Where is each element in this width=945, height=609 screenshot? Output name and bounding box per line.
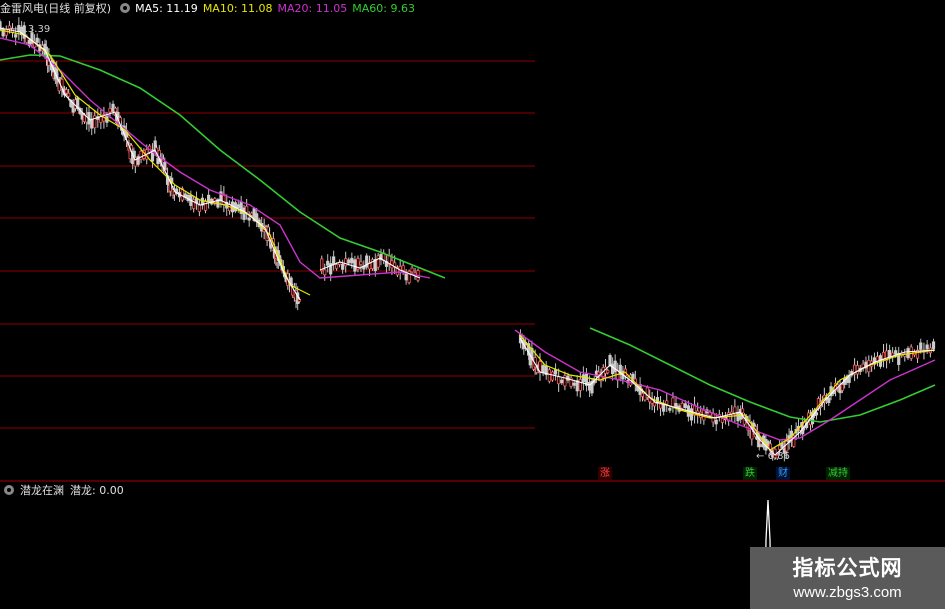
chart-header: 金雷风电(日线 前复权) MA5: 11.19 MA10: 11.08 MA20: 1…	[0, 0, 945, 18]
ma10-value: MA10: 11.08	[202, 2, 273, 15]
candle-body	[861, 363, 865, 368]
candle-body	[689, 408, 694, 421]
candle-body	[814, 412, 819, 416]
candle-body	[236, 204, 240, 209]
candle-body	[665, 400, 669, 405]
candle-body	[674, 403, 678, 408]
watermark-logo: 指标公式网 www.zbgs3.com	[750, 547, 945, 609]
candle-body	[578, 379, 582, 391]
candle-body	[652, 402, 657, 407]
high-price-value: 13.39	[21, 24, 51, 35]
candle-body	[855, 365, 860, 375]
candle-body	[919, 342, 923, 350]
candle-body	[683, 403, 687, 409]
candle-body	[658, 403, 663, 409]
candle-body	[541, 365, 545, 374]
candle-body	[840, 384, 844, 391]
indicator-header: 潜龙在渊 潜龙: 0.00	[0, 484, 130, 498]
candlestick-chart[interactable]	[0, 0, 945, 609]
candle-body	[64, 89, 68, 94]
candle-body	[250, 212, 254, 216]
candle-body	[335, 264, 339, 269]
watermark-title: 指标公式网	[792, 556, 903, 580]
watermark-url: www.zbgs3.com	[793, 584, 902, 601]
indicator-value: 潜龙: 0.00	[70, 484, 124, 497]
candle-body	[332, 256, 336, 265]
candle-body	[881, 352, 886, 360]
candle-body	[242, 207, 246, 220]
candle-body	[353, 259, 357, 272]
candle-body	[207, 194, 211, 203]
candle-body	[90, 118, 94, 129]
candle-body	[671, 397, 675, 408]
candle-body	[401, 265, 405, 271]
indicator-gear-icon[interactable]	[4, 485, 14, 495]
candle-body	[247, 217, 251, 221]
candle-body	[108, 108, 112, 113]
settings-gear-icon[interactable]	[120, 3, 131, 13]
candle-body	[341, 263, 345, 270]
signal-die: 跌	[743, 467, 757, 480]
low-price-value: 6.86	[767, 451, 790, 462]
candle-body	[720, 418, 725, 423]
candle-body	[410, 267, 414, 273]
candle-body	[581, 374, 585, 383]
candle-body	[326, 260, 330, 266]
signal-zhang: 涨	[598, 467, 612, 480]
candle-body	[344, 258, 348, 267]
signal-jianchi: 减持	[826, 467, 850, 480]
candle-body	[139, 150, 143, 160]
low-price-label: ← 6.86	[756, 451, 790, 462]
ma5-line	[0, 27, 936, 456]
candle-body	[197, 204, 201, 212]
candle-body	[350, 257, 354, 264]
high-price-label: ← 13.39	[10, 24, 51, 35]
candles	[0, 17, 936, 462]
candle-body	[347, 259, 351, 264]
candle-body	[550, 371, 555, 381]
candle-body	[203, 201, 208, 211]
signal-cai: 财	[776, 467, 790, 480]
candle-body	[323, 269, 327, 276]
ma60-line	[0, 54, 936, 423]
candle-body	[613, 360, 617, 373]
candle-body	[736, 412, 740, 422]
candle-body	[547, 369, 551, 382]
candle-body	[611, 363, 615, 375]
candle-body	[404, 273, 408, 281]
candle-body	[909, 346, 913, 359]
candle-body	[827, 397, 831, 404]
candle-body	[245, 205, 249, 213]
candle-body	[606, 370, 610, 374]
grid-lines	[0, 60, 945, 482]
indicator-title[interactable]: 潜龙在渊	[20, 484, 64, 497]
candle-body	[668, 407, 672, 411]
candle-body	[931, 341, 936, 349]
stock-name[interactable]: 金雷风电(日线 前复权)	[0, 2, 111, 15]
candle-body	[597, 371, 601, 375]
candle-body	[714, 419, 718, 425]
candle-body	[35, 37, 39, 43]
candle-body	[572, 382, 576, 386]
candle-body	[894, 350, 898, 355]
candle-body	[376, 255, 380, 268]
ma5-value: MA5: 11.19	[135, 2, 198, 15]
candle-body	[740, 408, 745, 413]
ma60-value: MA60: 9.63	[352, 2, 415, 15]
ma20-line	[0, 37, 936, 441]
candle-body	[560, 379, 564, 384]
candle-body	[925, 344, 929, 350]
candle-body	[359, 261, 363, 266]
candle-body	[906, 348, 910, 359]
candle-body	[553, 369, 558, 375]
candle-body	[557, 376, 561, 385]
candle-body	[67, 92, 71, 97]
candle-body	[680, 403, 684, 409]
candle-body	[608, 355, 612, 366]
ma10-line	[0, 29, 936, 451]
ma20-value: MA20: 11.05	[277, 2, 348, 15]
candle-body	[93, 115, 97, 129]
